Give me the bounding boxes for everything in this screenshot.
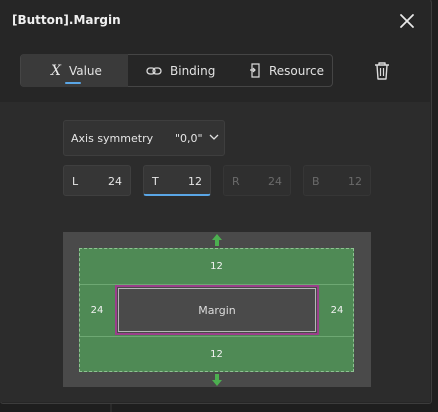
axis-symmetry-label: Axis symmetry	[71, 132, 154, 145]
margin-bottom-label: B	[312, 175, 320, 188]
arrow-down-icon[interactable]	[211, 373, 223, 387]
resource-icon	[250, 63, 260, 78]
margin-bottom-value: 12	[348, 175, 362, 188]
margin-left-text: 24	[90, 305, 104, 316]
tab-binding-label: Binding	[170, 63, 216, 78]
margin-left-label: L	[72, 175, 79, 188]
axis-symmetry-value: "0,0"	[175, 132, 203, 145]
margin-right-text: 24	[330, 305, 344, 316]
x-variable-icon: X	[51, 62, 61, 79]
trash-icon[interactable]	[373, 61, 391, 81]
chevron-down-icon	[209, 134, 219, 140]
margin-top-label: T	[152, 175, 159, 188]
margin-right-value: 24	[268, 175, 282, 188]
popup-title: [Button].Margin	[12, 13, 121, 27]
tab-binding[interactable]: Binding	[146, 54, 236, 87]
margin-left-value: 24	[108, 175, 122, 188]
margin-top-text: 12	[210, 261, 223, 272]
tab-value-label: Value	[68, 63, 102, 78]
margin-divider-bottom	[80, 336, 353, 337]
tab-resource[interactable]: Resource	[249, 54, 333, 87]
margin-bottom-field: B 12	[303, 165, 371, 196]
link-icon	[146, 66, 162, 75]
background-divider	[432, 0, 438, 412]
margin-bottom-text: 12	[210, 349, 223, 360]
arrow-up-icon[interactable]	[211, 233, 223, 247]
active-tab-indicator	[65, 82, 81, 84]
margin-top-value: 12	[188, 175, 202, 188]
axis-symmetry-dropdown[interactable]: Axis symmetry "0,0"	[63, 120, 225, 156]
margin-left-field[interactable]: L 24	[63, 165, 131, 196]
margin-right-field: R 24	[223, 165, 291, 196]
tab-resource-label: Resource	[269, 63, 325, 78]
close-icon[interactable]	[397, 11, 417, 31]
margin-top-field[interactable]: T 12	[143, 165, 211, 196]
element-box-label: Margin	[198, 304, 236, 317]
margin-right-label: R	[232, 175, 240, 188]
